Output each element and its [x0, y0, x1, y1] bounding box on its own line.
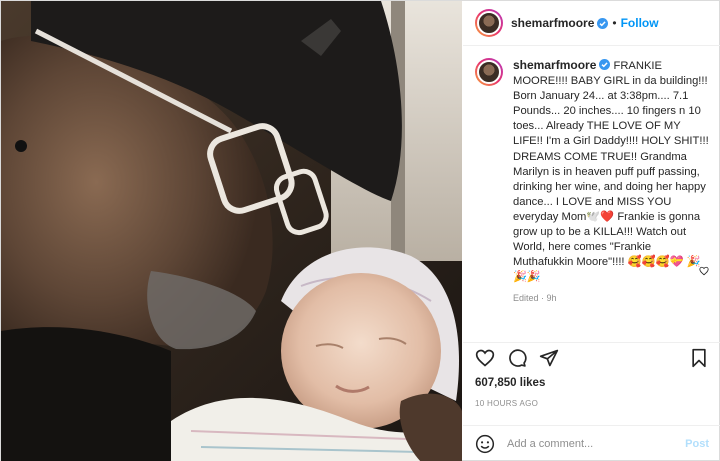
instagram-post: shemarfmoore • Follow shemarfmoore FRANK… [0, 0, 720, 461]
caption-heart-icon[interactable] [699, 263, 709, 276]
post-sidebar: shemarfmoore • Follow shemarfmoore FRANK… [463, 1, 720, 461]
header-username[interactable]: shemarfmoore [511, 16, 594, 30]
caption-meta: Edited · 9h [513, 293, 557, 304]
likes-count[interactable]: 607,850 likes [475, 377, 545, 389]
action-bar [463, 342, 720, 372]
comment-icon[interactable] [507, 348, 527, 368]
post-photo[interactable] [1, 1, 462, 461]
post-header: shemarfmoore • Follow [463, 1, 720, 46]
post-timestamp[interactable]: 10 HOURS AGO [475, 399, 538, 408]
caption-username[interactable]: shemarfmoore [513, 58, 596, 72]
comment-bar: Post [463, 425, 720, 461]
heart-icon[interactable] [475, 348, 495, 368]
post-comment-button[interactable]: Post [685, 438, 709, 450]
caption: shemarfmoore FRANKIE MOORE!!!! BABY GIRL… [463, 46, 720, 342]
caption-text: FRANKIE MOORE!!!! BABY GIRL in da buildi… [513, 60, 709, 284]
father-and-newborn-photo [1, 1, 462, 461]
separator-dot: • [612, 16, 617, 30]
comment-input[interactable] [507, 438, 686, 450]
avatar[interactable] [475, 9, 503, 37]
paper-plane-icon[interactable] [539, 348, 559, 368]
caption-avatar[interactable] [475, 58, 503, 86]
follow-button[interactable]: Follow [621, 16, 659, 30]
bookmark-icon[interactable] [689, 348, 709, 368]
verified-badge-icon [599, 59, 611, 70]
avatar-image [477, 11, 501, 35]
verified-badge-icon [597, 17, 609, 29]
caption-avatar-image [477, 60, 501, 84]
smiley-icon[interactable] [475, 434, 495, 454]
caption-body: shemarfmoore FRANKIE MOORE!!!! BABY GIRL… [513, 58, 709, 342]
